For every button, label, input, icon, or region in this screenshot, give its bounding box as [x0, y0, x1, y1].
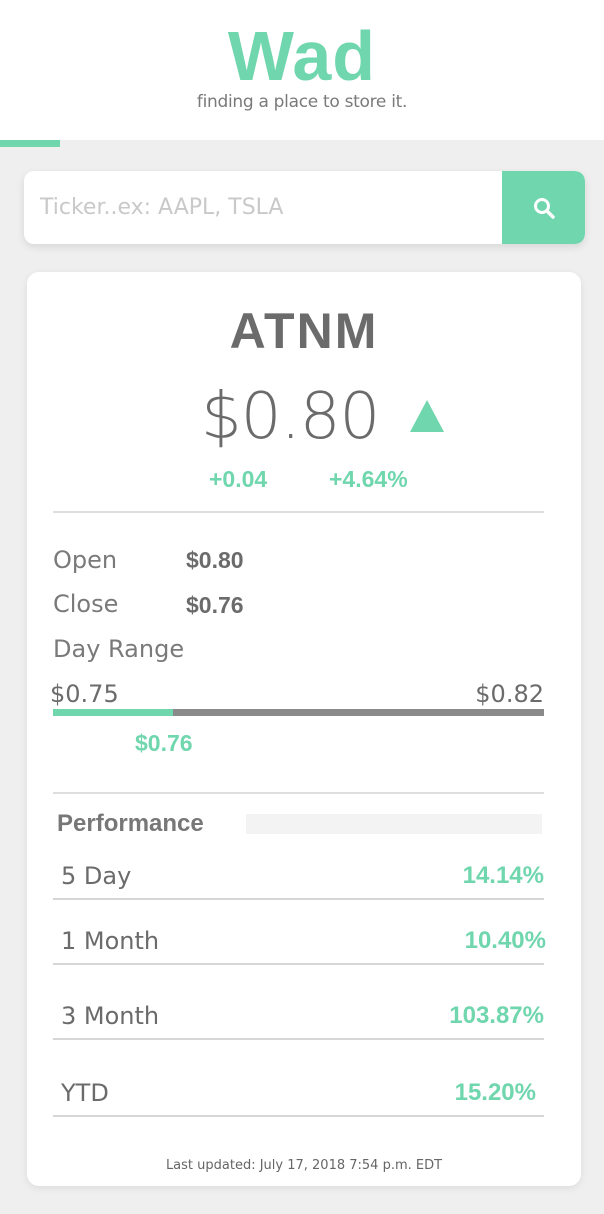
last-updated-timestamp: Last updated: July 17, 2018 7:54 p.m. ED…: [165, 1158, 443, 1173]
day-range-bar: [53, 709, 544, 716]
performance-title: Performance: [57, 810, 204, 837]
performance-label: 3 Month: [61, 1002, 160, 1030]
price-change-percent: +4.64%: [329, 466, 408, 492]
divider: [53, 792, 544, 794]
performance-value: 14.14%: [462, 862, 544, 889]
day-range-current: $0.76: [135, 730, 193, 756]
search-icon: [533, 197, 555, 219]
performance-row-ytd: YTD 15.20%: [53, 1069, 544, 1117]
app-header: Wad finding a place to store it.: [0, 0, 604, 140]
ticker-search-input[interactable]: [24, 171, 502, 244]
day-range-label: Day Range: [53, 635, 185, 663]
day-range-high: $0.82: [475, 680, 544, 708]
performance-label: YTD: [61, 1079, 109, 1107]
performance-label: 1 Month: [61, 927, 160, 955]
open-label: Open: [53, 546, 118, 574]
day-range-low: $0.75: [50, 680, 119, 708]
performance-row-3-month: 3 Month 103.87%: [53, 992, 544, 1040]
ticker-symbol: ATNM: [229, 303, 379, 359]
app-tagline: finding a place to store it.: [196, 92, 408, 112]
search-bar: [24, 171, 585, 244]
price-change: +0.04: [209, 466, 268, 492]
performance-header-bar: [246, 814, 542, 834]
search-button[interactable]: [502, 171, 585, 244]
performance-label: 5 Day: [61, 862, 132, 890]
day-range-fill: [53, 709, 174, 716]
open-value: $0.80: [186, 547, 244, 573]
close-label: Close: [53, 590, 119, 618]
performance-row-5-day: 5 Day 14.14%: [53, 852, 544, 900]
performance-row-1-month: 1 Month 10.40%: [53, 917, 546, 965]
current-price: $0.80: [201, 380, 380, 454]
divider: [53, 511, 544, 513]
loading-progress-fill: [0, 140, 61, 147]
up-triangle-icon: [410, 400, 444, 432]
performance-value: 10.40%: [464, 927, 546, 954]
performance-value: 103.87%: [449, 1002, 544, 1029]
close-value: $0.76: [186, 592, 244, 618]
loading-progress-bar: [0, 140, 604, 147]
performance-value: 15.20%: [454, 1079, 536, 1106]
app-logo: Wad: [227, 17, 377, 95]
quote-card: ATNM $0.80 +0.04 +4.64% Open $0.80 Close…: [27, 272, 581, 1186]
